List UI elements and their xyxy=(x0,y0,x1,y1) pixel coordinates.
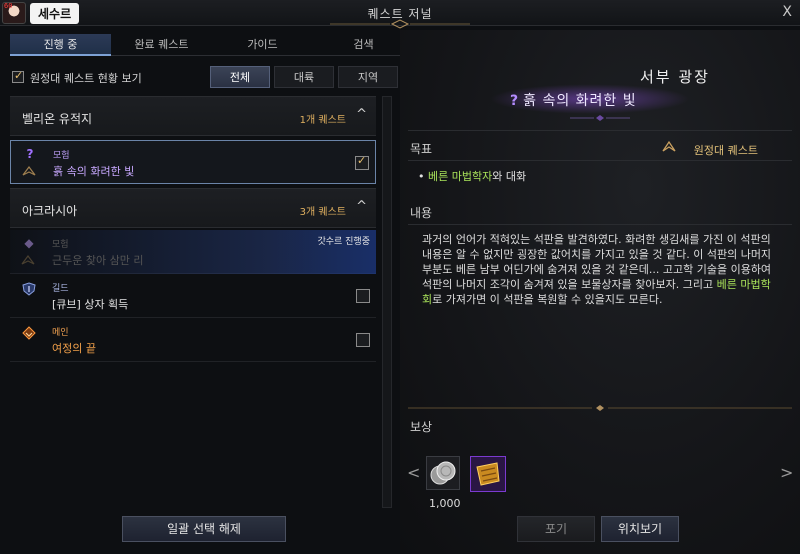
main-quest-icon xyxy=(22,326,36,340)
quest-type: 메인 xyxy=(52,328,69,338)
expedition-icon xyxy=(21,255,35,265)
quest-list: 벨리온 유적지 1개 퀘스트 ^ ? 모험 흙 속의 화려한 빛 아크라시아 3… xyxy=(10,96,376,508)
content-label: 내용 xyxy=(410,206,433,220)
quest-item[interactable]: ◆ 모험 근두운 찾아 삼만 리 갓수르 진행중 xyxy=(10,230,376,274)
quest-item[interactable]: 메인 여정의 끝 xyxy=(10,318,376,362)
quest-tabs: 진행 중 완료 퀘스트 가이드 검색 xyxy=(10,34,414,56)
quest-title-text: 흙 속의 화려한 빛 xyxy=(523,93,637,109)
goal-bullet: • xyxy=(418,170,425,183)
section-quest-count: 3개 퀘스트 xyxy=(299,207,346,218)
quest-type: 모험 xyxy=(52,240,69,250)
section-title: 벨리온 유적지 xyxy=(22,112,93,126)
treasure-item-icon xyxy=(476,462,500,486)
quest-name: 여정의 끝 xyxy=(52,342,96,355)
expedition-icon xyxy=(662,140,676,152)
goal-text: 와 대화 xyxy=(492,170,527,183)
desc-text: 로 가져가면 이 석판을 복원할 수 있을지도 모른다. xyxy=(432,293,663,306)
reward-item-treasure[interactable] xyxy=(470,456,506,492)
tab-search[interactable]: 검색 xyxy=(313,34,414,56)
show-expedition-label: 원정대 퀘스트 현황 보기 xyxy=(30,72,142,85)
tab-completed[interactable]: 완료 퀘스트 xyxy=(111,34,212,56)
section-quest-count: 1개 퀘스트 xyxy=(299,115,346,126)
reward-quantity: 1,000 xyxy=(429,497,461,510)
reward-divider-ornament-icon xyxy=(408,405,792,411)
adventure-icon: ◆ xyxy=(24,236,34,250)
quest-track-checkbox[interactable] xyxy=(355,154,369,170)
title-bar: 60 세수르 퀘스트 저널 X xyxy=(0,0,800,29)
divider xyxy=(408,160,792,161)
filter-region-button[interactable]: 지역 xyxy=(338,66,398,88)
close-button[interactable]: X xyxy=(782,4,792,20)
reward-label: 보상 xyxy=(410,420,433,434)
chevron-up-icon: ^ xyxy=(356,199,367,214)
title-ornament-icon xyxy=(330,19,470,29)
filter-continent-button[interactable]: 대륙 xyxy=(274,66,334,88)
deselect-all-button[interactable]: 일괄 선택 해제 xyxy=(122,516,286,542)
view-location-button[interactable]: 위치보기 xyxy=(601,516,679,542)
progress-status-label: 갓수르 진행중 xyxy=(317,237,370,247)
tab-guide[interactable]: 가이드 xyxy=(212,34,313,56)
quest-item[interactable]: ? 모험 흙 속의 화려한 빛 xyxy=(10,140,376,184)
section-header-bellion[interactable]: 벨리온 유적지 1개 퀘스트 ^ xyxy=(10,96,376,136)
guild-shield-icon xyxy=(22,282,36,296)
silver-coin-icon xyxy=(430,461,456,485)
abandon-button[interactable]: 포기 xyxy=(517,516,595,542)
expedition-icon xyxy=(22,166,36,176)
section-header-arkrasia[interactable]: 아크라시아 3개 퀘스트 ^ xyxy=(10,188,376,228)
goal-npc-link[interactable]: 베른 마법학자 xyxy=(428,170,492,183)
quest-type: 모험 xyxy=(53,151,70,161)
quest-name: 흙 속의 화려한 빛 xyxy=(53,165,135,178)
filter-row: 원정대 퀘스트 현황 보기 전체 대륙 지역 xyxy=(10,66,400,88)
goal-objective: • 베른 마법학자와 대화 xyxy=(418,168,526,184)
divider xyxy=(408,130,792,131)
quest-type: 길드 xyxy=(52,284,69,294)
quest-description: 과거의 언어가 적혀있는 석판을 발견하였다. 화려한 생김새를 가진 이 석판… xyxy=(422,232,778,307)
filter-all-button[interactable]: 전체 xyxy=(210,66,270,88)
quest-list-scrollbar[interactable] xyxy=(382,96,392,508)
reward-item-silver[interactable] xyxy=(426,456,460,490)
adventure-question-icon: ? xyxy=(26,147,34,161)
reward-next-arrow[interactable]: > xyxy=(780,463,793,482)
tab-in-progress[interactable]: 진행 중 xyxy=(10,34,111,56)
reward-prev-arrow[interactable]: < xyxy=(407,463,420,482)
quest-name: [큐브] 상자 획득 xyxy=(52,298,129,311)
title-ornament-icon xyxy=(570,115,630,121)
show-expedition-checkbox[interactable] xyxy=(12,69,24,83)
divider xyxy=(408,224,792,225)
expedition-quest-tag: 원정대 퀘스트 xyxy=(693,144,758,157)
quest-track-checkbox[interactable] xyxy=(356,289,370,303)
quest-item[interactable]: 길드 [큐브] 상자 획득 xyxy=(10,274,376,318)
chevron-up-icon: ^ xyxy=(356,107,367,122)
quest-title: ? 흙 속의 화려한 빛 xyxy=(510,90,637,110)
quest-track-checkbox[interactable] xyxy=(356,333,370,347)
goal-label: 목표 xyxy=(410,142,433,156)
quest-name: 근두운 찾아 삼만 리 xyxy=(52,254,144,267)
section-title: 아크라시아 xyxy=(22,204,78,218)
quest-question-icon: ? xyxy=(510,93,520,109)
